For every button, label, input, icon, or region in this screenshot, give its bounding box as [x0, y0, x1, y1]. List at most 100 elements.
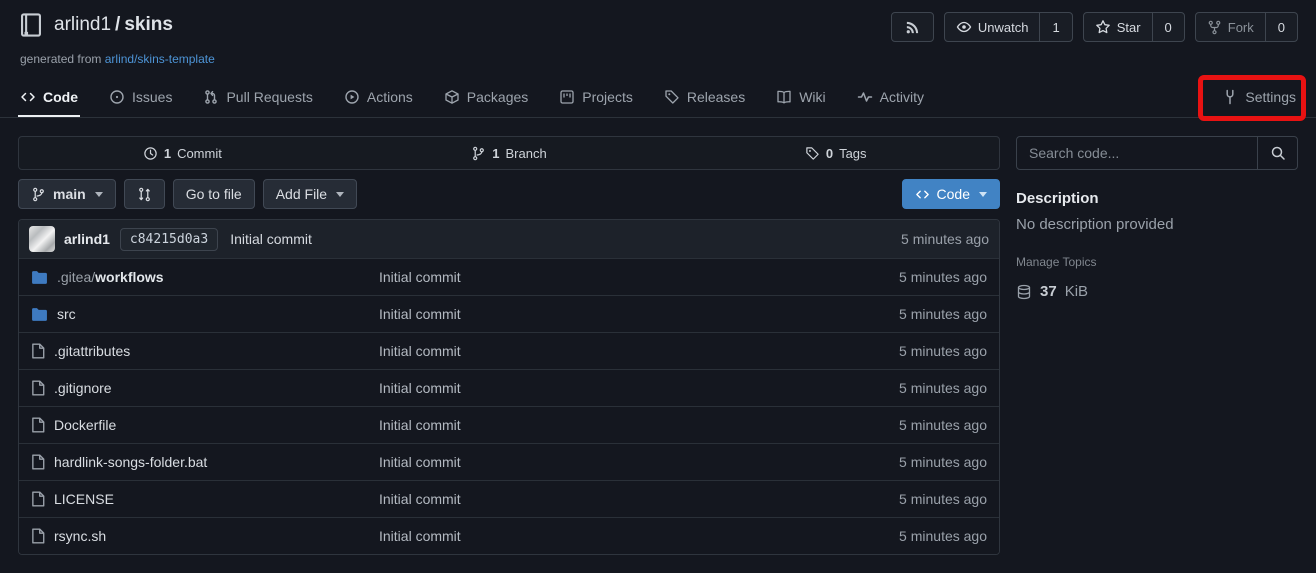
rss-button[interactable] [891, 12, 934, 42]
file-commit-time: 5 minutes ago [899, 417, 999, 433]
package-icon [444, 89, 460, 105]
file-commit-message[interactable]: Initial commit [379, 306, 899, 322]
file-name[interactable]: hardlink-songs-folder.bat [54, 454, 207, 470]
file-name[interactable]: rsync.sh [54, 528, 106, 544]
file-commit-time: 5 minutes ago [899, 528, 999, 544]
search-input[interactable] [1017, 137, 1257, 169]
tags-link[interactable]: 0 Tags [672, 137, 999, 169]
file-commit-message[interactable]: Initial commit [379, 454, 899, 470]
file-commit-message[interactable]: Initial commit [379, 343, 899, 359]
manage-topics-link[interactable]: Manage Topics [1016, 255, 1298, 269]
tab-packages[interactable]: Packages [442, 89, 530, 117]
forks-count[interactable]: 0 [1265, 13, 1297, 41]
tab-label: Activity [880, 89, 924, 105]
tab-pull-requests[interactable]: Pull Requests [201, 89, 314, 117]
file-commit-time: 5 minutes ago [899, 306, 999, 322]
file-name[interactable]: LICENSE [54, 491, 114, 507]
file-commit-message[interactable]: Initial commit [379, 417, 899, 433]
compare-icon [137, 187, 152, 202]
eye-icon [956, 19, 972, 35]
file-name[interactable]: Dockerfile [54, 417, 116, 433]
tag-icon [664, 89, 680, 105]
file-name[interactable]: .gitattributes [54, 343, 130, 359]
file-name[interactable]: .gitea/workflows [57, 269, 164, 285]
tab-projects[interactable]: Projects [557, 89, 635, 117]
table-row: rsync.sh Initial commit 5 minutes ago [19, 517, 999, 554]
file-icon [31, 343, 45, 359]
wrench-icon [1222, 89, 1238, 105]
file-name[interactable]: src [57, 306, 76, 322]
compare-button[interactable] [124, 179, 165, 209]
current-branch-label: main [53, 186, 86, 202]
tab-label: Pull Requests [226, 89, 312, 105]
commit-hash-badge[interactable]: c84215d0a3 [120, 228, 218, 251]
file-commit-message[interactable]: Initial commit [379, 491, 899, 507]
description-text: No description provided [1016, 216, 1298, 233]
generated-from-text: generated from [20, 52, 101, 66]
commits-link[interactable]: 1 Commit [19, 137, 346, 169]
repo-toolbar: main Go to file Add File Code [18, 179, 1000, 209]
tag-label: Tags [839, 146, 866, 161]
watchers-count[interactable]: 1 [1039, 13, 1071, 41]
unwatch-button[interactable]: Unwatch 1 [944, 12, 1073, 42]
avatar[interactable] [29, 226, 55, 252]
book-icon [776, 89, 792, 105]
tab-activity[interactable]: Activity [855, 89, 926, 117]
repo-name-link[interactable]: skins [124, 14, 173, 35]
go-to-file-button[interactable]: Go to file [173, 179, 255, 209]
star-label: Star [1117, 20, 1141, 35]
tab-actions[interactable]: Actions [342, 89, 415, 117]
table-row: .gitea/workflows Initial commit 5 minute… [19, 258, 999, 295]
branch-label: Branch [506, 146, 547, 161]
file-commit-message[interactable]: Initial commit [379, 528, 899, 544]
tab-label: Issues [132, 89, 172, 105]
code-button-label: Code [937, 186, 970, 202]
template-repo-link[interactable]: arlind/skins-template [105, 52, 215, 66]
issue-icon [109, 89, 125, 105]
tab-label: Actions [367, 89, 413, 105]
file-commit-message[interactable]: Initial commit [379, 269, 899, 285]
tab-label: Projects [582, 89, 633, 105]
branch-icon [471, 146, 486, 161]
tab-wiki[interactable]: Wiki [774, 89, 827, 117]
table-row: .gitattributes Initial commit 5 minutes … [19, 332, 999, 369]
code-download-button[interactable]: Code [902, 179, 1000, 209]
commit-author-link[interactable]: arlind1 [64, 231, 110, 247]
fork-button[interactable]: Fork 0 [1195, 12, 1298, 42]
chevron-down-icon [336, 192, 344, 197]
tab-label: Packages [467, 89, 528, 105]
branch-selector[interactable]: main [18, 179, 116, 209]
search-icon [1270, 145, 1286, 161]
file-commit-message[interactable]: Initial commit [379, 380, 899, 396]
description-heading: Description [1016, 190, 1298, 207]
table-row: src Initial commit 5 minutes ago [19, 295, 999, 332]
branches-link[interactable]: 1 Branch [346, 137, 673, 169]
star-button[interactable]: Star 0 [1083, 12, 1185, 42]
unwatch-label: Unwatch [978, 20, 1029, 35]
tab-label: Settings [1245, 89, 1296, 105]
tab-releases[interactable]: Releases [662, 89, 747, 117]
commit-message-link[interactable]: Initial commit [230, 231, 312, 247]
add-file-button[interactable]: Add File [263, 179, 357, 209]
tab-issues[interactable]: Issues [107, 89, 174, 117]
tab-label: Code [43, 89, 78, 105]
search-button[interactable] [1257, 137, 1297, 169]
file-table: arlind1 c84215d0a3 Initial commit 5 minu… [18, 219, 1000, 555]
repo-owner-link[interactable]: arlind1 [54, 14, 111, 35]
table-row: .gitignore Initial commit 5 minutes ago [19, 369, 999, 406]
repo-size: 37 KiB [1016, 283, 1298, 300]
tab-settings[interactable]: Settings [1220, 89, 1298, 117]
file-commit-time: 5 minutes ago [899, 269, 999, 285]
tab-label: Wiki [799, 89, 825, 105]
code-icon [20, 89, 36, 105]
file-name[interactable]: .gitignore [54, 380, 112, 396]
file-commit-time: 5 minutes ago [899, 380, 999, 396]
repo-header: arlind1/skins [0, 0, 1316, 66]
tag-icon [805, 146, 820, 161]
file-commit-time: 5 minutes ago [899, 491, 999, 507]
stars-count[interactable]: 0 [1152, 13, 1184, 41]
repository-icon [18, 12, 44, 38]
file-icon [31, 454, 45, 470]
folder-icon [31, 270, 48, 285]
tab-code[interactable]: Code [18, 89, 80, 117]
